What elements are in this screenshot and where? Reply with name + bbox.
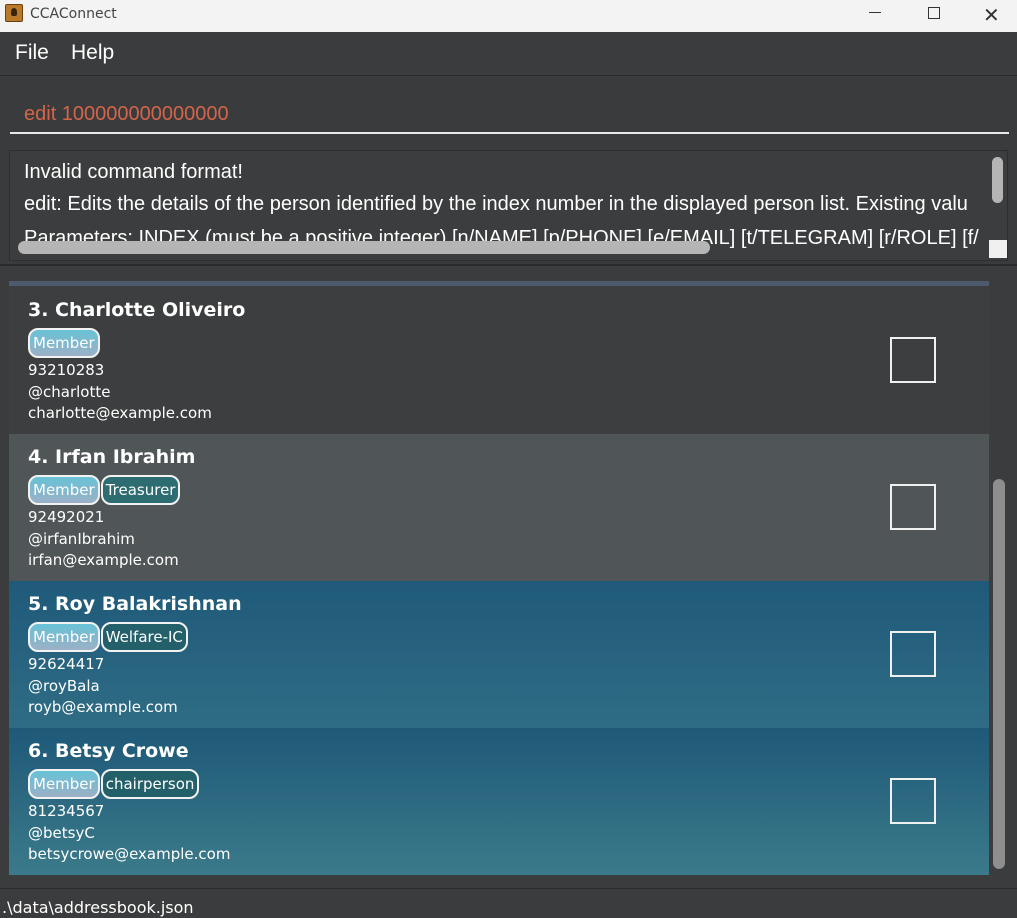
person-email: irfan@example.com — [28, 551, 179, 569]
person-phone: 92492021 — [28, 508, 105, 526]
person-email: betsycrowe@example.com — [28, 845, 231, 863]
person-name: 4. Irfan Ibrahim — [28, 446, 196, 468]
command-box: edit 100000000000000 — [0, 77, 1017, 141]
person-telegram: @irfanIbrahim — [28, 530, 135, 548]
attendance-checkbox[interactable] — [890, 337, 936, 383]
person-phone: 81234567 — [28, 802, 105, 820]
person-name: 6. Betsy Crowe — [28, 740, 189, 762]
result-line-2: edit: Edits the details of the person id… — [24, 193, 968, 215]
status-bar: .\data\addressbook.json — [0, 888, 1017, 918]
menu-bar: File Help — [0, 32, 1017, 76]
command-text: edit 100000000000000 — [24, 103, 229, 125]
menu-file[interactable]: File — [15, 41, 49, 65]
person-phone: 92624417 — [28, 655, 105, 673]
person-telegram: @betsyC — [28, 824, 95, 842]
tag-list: Member Treasurer — [28, 475, 181, 505]
maximize-icon — [928, 7, 940, 19]
person-card[interactable]: 4. Irfan Ibrahim Member Treasurer 924920… — [9, 434, 989, 581]
person-card[interactable]: 6. Betsy Crowe Member chairperson 812345… — [9, 728, 989, 875]
result-horizontal-scrollbar[interactable] — [18, 241, 710, 254]
result-display[interactable]: Invalid command format! edit: Edits the … — [9, 150, 1008, 261]
tag-list: Member chairperson — [28, 769, 200, 799]
app-icon — [5, 4, 23, 22]
tag-list: Member Welfare-IC — [28, 622, 189, 652]
list-scrollbar[interactable] — [993, 479, 1005, 869]
person-email: royb@example.com — [28, 698, 178, 716]
result-display-panel: Invalid command format! edit: Edits the … — [0, 141, 1017, 266]
save-location: .\data\addressbook.json — [2, 898, 194, 917]
command-input[interactable]: edit 100000000000000 — [10, 83, 1009, 134]
attendance-checkbox[interactable] — [890, 778, 936, 824]
tag-role: Welfare-IC — [100, 622, 188, 652]
result-vertical-scrollbar[interactable] — [992, 157, 1003, 203]
minimize-button[interactable] — [847, 0, 905, 28]
person-name: 3. Charlotte Oliveiro — [28, 299, 246, 321]
close-icon: ✕ — [983, 3, 1000, 27]
close-button[interactable]: ✕ — [963, 0, 1017, 28]
person-name: 5. Roy Balakrishnan — [28, 593, 242, 615]
result-line-1: Invalid command format! — [24, 161, 243, 183]
scroll-corner — [989, 240, 1007, 258]
person-card[interactable]: 3. Charlotte Oliveiro Member 93210283 @c… — [9, 287, 989, 434]
tag-role: chairperson — [100, 769, 200, 799]
menu-help[interactable]: Help — [71, 41, 114, 65]
person-telegram: @royBala — [28, 677, 100, 695]
person-phone: 93210283 — [28, 361, 105, 379]
list-item-partial — [9, 281, 989, 286]
maximize-button[interactable] — [905, 0, 963, 28]
tag-member: Member — [28, 769, 100, 799]
tag-member: Member — [28, 622, 100, 652]
person-email: charlotte@example.com — [28, 404, 212, 422]
window-title: CCAConnect — [30, 6, 117, 22]
person-telegram: @charlotte — [28, 383, 111, 401]
tag-role: Treasurer — [100, 475, 181, 505]
person-card[interactable]: 5. Roy Balakrishnan Member Welfare-IC 92… — [9, 581, 989, 728]
person-list: 3. Charlotte Oliveiro Member 93210283 @c… — [0, 268, 1017, 888]
tag-member: Member — [28, 328, 100, 358]
attendance-checkbox[interactable] — [890, 631, 936, 677]
title-bar: CCAConnect ✕ — [0, 0, 1017, 32]
attendance-checkbox[interactable] — [890, 484, 936, 530]
tag-list: Member — [28, 328, 101, 358]
tag-member: Member — [28, 475, 100, 505]
minimize-icon — [869, 12, 881, 13]
